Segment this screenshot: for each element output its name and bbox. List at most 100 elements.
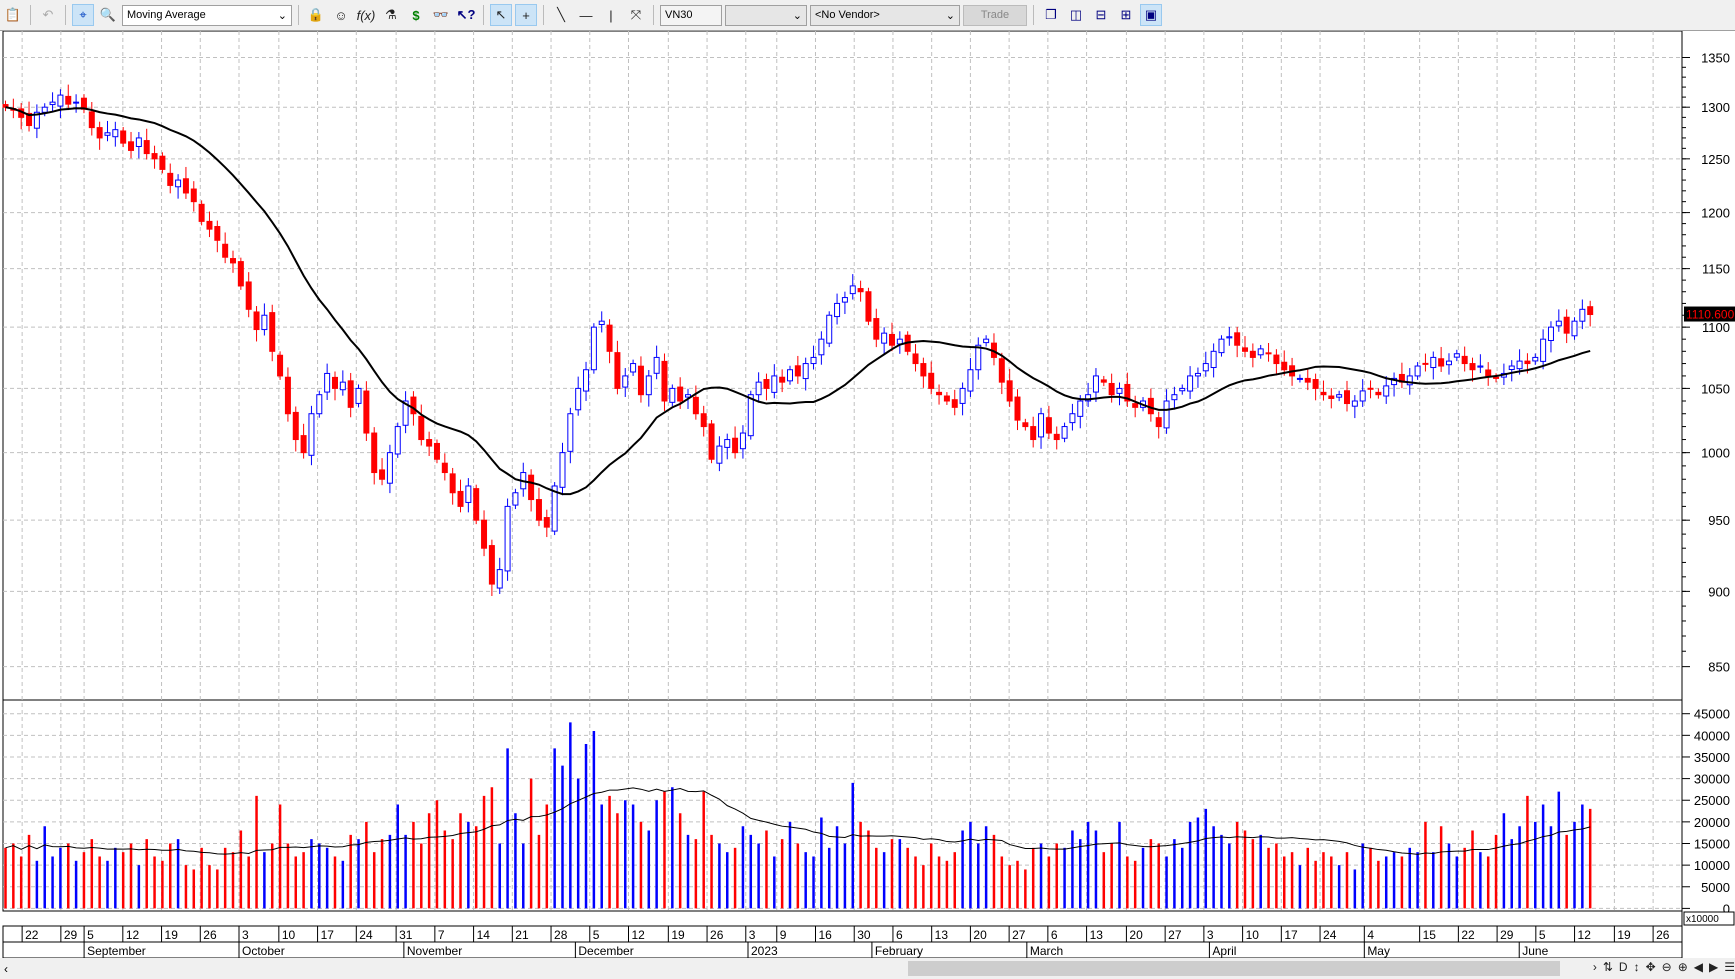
candle (841, 297, 848, 303)
scroll-left-icon[interactable]: ‹ (4, 962, 8, 976)
price-chart[interactable]: 22 29 5 12 19 26 3 10 17 24 31 7 14 21 28 5 12 19 26 3 9 16 30… (0, 31, 1735, 958)
date-label: 5 (87, 928, 94, 942)
candle (1375, 391, 1382, 396)
indicator-icon[interactable]: 🔒 (305, 4, 327, 26)
dollar-icon[interactable]: $ (405, 4, 427, 26)
horizontal-line-icon[interactable]: — (575, 4, 597, 26)
date-label: 16 (818, 928, 832, 942)
date-label: 3 (242, 928, 249, 942)
trade-button[interactable]: Trade (963, 4, 1027, 26)
scrollbar-thumb[interactable] (908, 961, 1560, 976)
candle (614, 352, 621, 389)
trendline-icon[interactable]: ╲ (550, 4, 572, 26)
candle (449, 473, 456, 494)
divider (65, 5, 66, 25)
candle (128, 141, 135, 151)
candle (967, 369, 974, 392)
candle (763, 379, 770, 389)
d-icon[interactable]: D (1619, 960, 1628, 974)
volume-label: 30000 (1694, 772, 1730, 787)
refresh-icon[interactable]: ⇅ (1603, 960, 1613, 974)
month-label: June (1522, 944, 1548, 958)
date-label: 12 (631, 928, 645, 942)
candle (418, 415, 425, 441)
candle (1257, 348, 1264, 356)
fibonacci-icon[interactable]: ⤧ (625, 4, 647, 26)
chevron-down-icon: ⌄ (945, 9, 955, 22)
vendor-select[interactable]: <No Vendor> ⌄ (810, 4, 960, 26)
volume-label: 40000 (1694, 728, 1730, 743)
pointer-icon[interactable]: ↖ (490, 4, 512, 26)
candle (669, 387, 676, 403)
candle (912, 353, 919, 365)
interval-select[interactable]: ⌄ (725, 4, 807, 26)
zoom-in-icon[interactable]: ⊕ (1678, 960, 1688, 974)
date-label: 20 (973, 928, 987, 942)
month-label: October (242, 944, 285, 958)
cross-icon[interactable]: + (515, 4, 537, 26)
vertical-line-icon[interactable]: | (600, 4, 622, 26)
horizontal-scrollbar[interactable]: ‹ › ⇅ D ↕ ✥ ⊖ ⊕ ◀ ▶ ☰ (0, 958, 1735, 979)
scroll-right-icon[interactable]: › (1593, 960, 1597, 974)
volume-label: 15000 (1694, 837, 1730, 852)
candle (598, 320, 605, 326)
candle (1359, 390, 1366, 402)
candle (1579, 308, 1586, 322)
candle (135, 137, 142, 147)
candle (1022, 422, 1029, 428)
date-label: 19 (165, 928, 179, 942)
vendor-select-value: <No Vendor> (815, 9, 880, 21)
layout-grid-icon[interactable]: ⊞ (1115, 4, 1137, 26)
candle (1587, 306, 1594, 316)
zoom-out-icon[interactable]: ⊖ (1662, 960, 1672, 974)
paste-icon[interactable]: 📋 (2, 4, 24, 26)
candle (112, 129, 119, 138)
vertical-resize-icon[interactable]: ↕ (1634, 960, 1640, 974)
chart-settings-icon[interactable]: ▣ (1140, 4, 1162, 26)
candle (779, 376, 786, 383)
previous-icon[interactable]: ◀ (1694, 960, 1703, 974)
candle (998, 358, 1005, 383)
candle (222, 243, 229, 258)
undo-icon[interactable]: ↶ (37, 4, 59, 26)
layout-vertical-icon[interactable]: ◫ (1065, 4, 1087, 26)
candle (1445, 360, 1452, 366)
candle (1508, 365, 1515, 370)
help-icon[interactable]: ↖? (455, 4, 477, 26)
zoom-icon[interactable]: 🔍 (97, 4, 119, 26)
symbol-input[interactable]: VN30 (660, 4, 722, 26)
candle (708, 423, 715, 460)
candle (1281, 361, 1288, 371)
layout-horizontal-icon[interactable]: ⊟ (1090, 4, 1112, 26)
menu-icon[interactable]: ☰ (1724, 960, 1735, 974)
date-label: 26 (203, 928, 217, 942)
candle (1296, 377, 1303, 380)
candle (637, 365, 644, 396)
move-icon[interactable]: ✥ (1646, 960, 1656, 974)
candle (1210, 350, 1217, 369)
candle (1030, 426, 1037, 441)
candle (284, 376, 291, 415)
date-label: 24 (359, 928, 373, 942)
candle (834, 302, 841, 318)
date-label: 22 (1461, 928, 1475, 942)
indicator-select[interactable]: Moving Average ⌄ (122, 4, 292, 26)
lab-icon[interactable]: ⚗ (380, 4, 402, 26)
candle (496, 569, 503, 589)
last-price-label: 1110.600 (1686, 308, 1735, 322)
price-label: 1300 (1701, 100, 1730, 115)
crosshair-icon[interactable]: ⌖ (72, 4, 94, 26)
windows-icon[interactable]: ❐ (1040, 4, 1062, 26)
date-label: 22 (25, 928, 39, 942)
candle (849, 285, 856, 295)
month-label: April (1212, 944, 1236, 958)
volume-label: 35000 (1694, 750, 1730, 765)
next-icon[interactable]: ▶ (1709, 960, 1718, 974)
candle (724, 439, 731, 448)
candle (857, 288, 864, 293)
function-icon[interactable]: f(x) (355, 4, 377, 26)
expert-icon[interactable]: ☺ (330, 4, 352, 26)
binoculars-icon[interactable]: 👓 (430, 4, 452, 26)
candle (1367, 387, 1374, 390)
date-label: 15 (1423, 928, 1437, 942)
